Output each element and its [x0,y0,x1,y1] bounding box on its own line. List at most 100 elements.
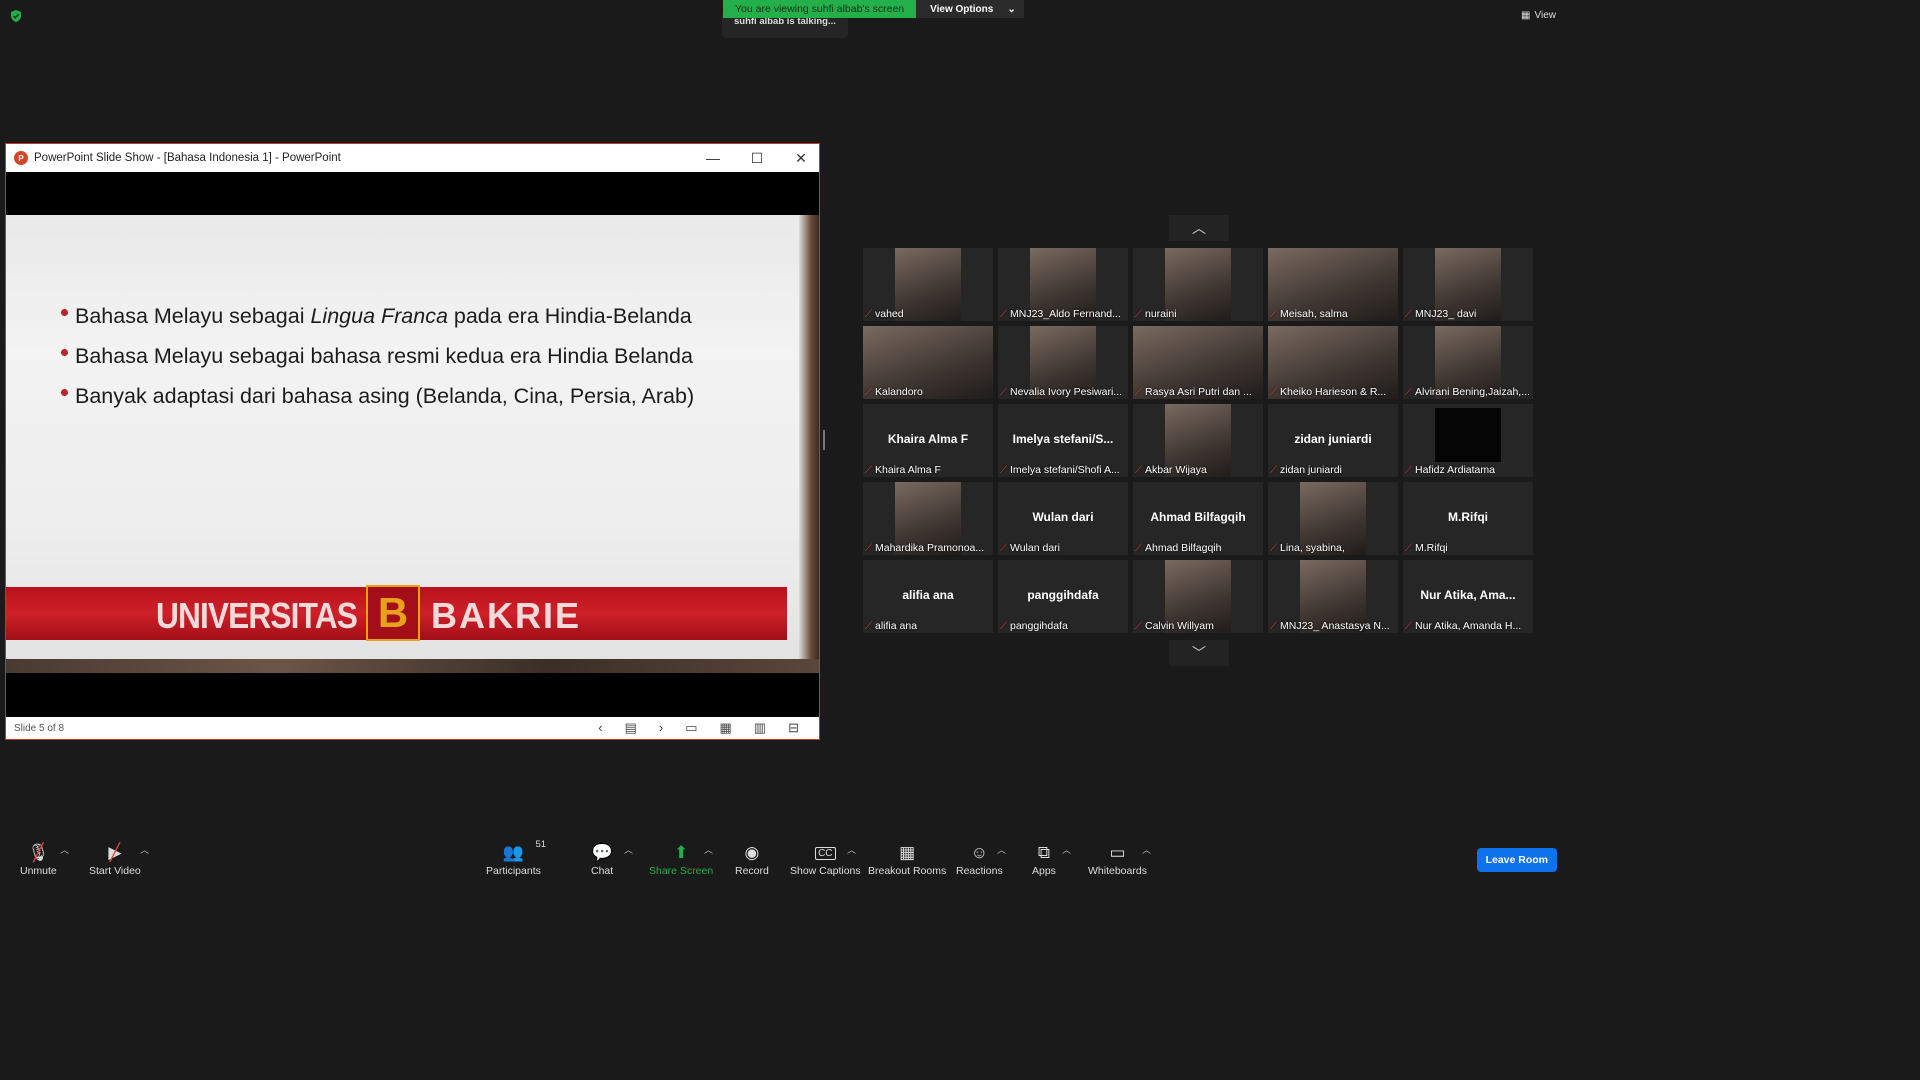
participant-tile[interactable]: Khaira Alma F ⟋ Khaira Alma F [863,404,993,477]
participant-tile[interactable]: ⟋ Nevalia Ivory Pesiwari... [998,326,1128,399]
view-options-label: View Options [930,3,994,15]
participant-tile[interactable]: Ahmad Bilfagqih ⟋ Ahmad Bilfagqih [1133,482,1263,555]
participant-name: nuraini [1145,308,1177,320]
participant-tile[interactable]: M.Rifqi ⟋ M.Rifqi [1403,482,1533,555]
slide-sorter-icon[interactable]: ▦ [720,720,732,736]
bullet-item: Bahasa Melayu sebagai Lingua Franca pada… [61,301,711,332]
participant-tile[interactable]: ⟋ nuraini [1133,248,1263,321]
whiteboards-button[interactable]: ▭ Whiteboards [1088,841,1147,877]
breakout-rooms-button[interactable]: ▦ Breakout Rooms [868,841,946,877]
unmute-button[interactable]: 🎙 ╱ Unmute [20,841,57,877]
participant-name: Meisah, salma [1280,308,1348,320]
whiteboard-icon: ▭ [1109,843,1126,862]
reactions-button[interactable]: ☺ Reactions [956,841,1003,877]
whiteboards-options-caret[interactable]: ︿ [1142,843,1151,856]
slideshow-view-icon[interactable]: ⊟ [788,720,799,736]
show-captions-label: Show Captions [790,865,861,877]
captions-options-caret[interactable]: ︿ [847,843,856,856]
participant-tile[interactable]: alifia ana ⟋ alifia ana [863,560,993,633]
participant-tile[interactable]: zidan juniardi ⟋ zidan juniardi [1268,404,1398,477]
view-button[interactable]: ▦ View [1521,10,1556,21]
muted-mic-icon: ⟋ [865,386,872,398]
participant-name: Hafidz Ardiatama [1415,464,1495,476]
participant-name-label: ⟋ Ahmad Bilfagqih [1135,542,1221,554]
muted-mic-icon: ⟋ [1000,386,1007,398]
muted-mic-icon: ⟋ [1270,308,1277,320]
participant-name: Lina, syabina, [1280,542,1345,554]
reading-view-icon[interactable]: ▥ [754,720,766,736]
participant-tile[interactable]: ⟋ Alvirani Bening,Jaizah,... [1403,326,1533,399]
chat-button[interactable]: 💬 Chat [591,841,613,877]
powerpoint-logo-icon: P [14,151,28,165]
participant-name: MNJ23_ davi [1415,308,1477,320]
participant-name-label: ⟋ M.Rifqi [1405,542,1448,554]
breakout-rooms-label: Breakout Rooms [868,865,947,877]
share-options-caret[interactable]: ︿ [704,843,713,856]
participant-name-label: ⟋ Nevalia Ivory Pesiwari... [1000,386,1122,398]
slide-menu-icon[interactable]: ▤ [625,720,637,736]
record-button[interactable]: ◉ Record [735,841,769,877]
participant-tile[interactable]: ⟋ Rasya Asri Putri dan ... [1133,326,1263,399]
participant-tile[interactable]: ⟋ Meisah, salma [1268,248,1398,321]
participant-tile[interactable]: ⟋ Kheiko Harieson & R... [1268,326,1398,399]
participant-name: zidan juniardi [1280,464,1342,476]
close-icon[interactable]: ✕ [793,150,809,167]
participant-name: M.Rifqi [1415,542,1448,554]
muted-mic-icon: ⟋ [1000,620,1007,632]
participant-name-label: ⟋ Khaira Alma F [865,464,941,476]
participant-name-label: ⟋ zidan juniardi [1270,464,1342,476]
muted-mic-icon: ⟋ [1270,542,1277,554]
participant-tile[interactable]: ⟋ MNJ23_Aldo Fernand... [998,248,1128,321]
gallery-down-button[interactable]: ﹀ [1169,640,1229,666]
muted-mic-icon: ⟋ [1000,308,1007,320]
participant-tile[interactable]: ⟋ MNJ23_ davi [1403,248,1533,321]
participant-tile[interactable]: ⟋ Akbar Wijaya [1133,404,1263,477]
ppt-title-bar[interactable]: P PowerPoint Slide Show - [Bahasa Indone… [6,144,819,172]
participant-tile[interactable]: Wulan dari ⟋ Wulan dari [998,482,1128,555]
slide-counter: Slide 5 of 8 [14,722,65,734]
participant-tile[interactable]: ⟋ Hafidz Ardiatama [1403,404,1533,477]
participant-name: vahed [875,308,904,320]
leave-room-button[interactable]: Leave Room [1476,848,1557,872]
participant-tile[interactable]: ⟋ MNJ23_ Anastasya N... [1268,560,1398,633]
participant-tile[interactable]: ⟋ vahed [863,248,993,321]
participant-tile[interactable]: panggihdafa ⟋ panggihdafa [998,560,1128,633]
participant-name: MNJ23_ Anastasya N... [1280,620,1390,632]
muted-mic-icon: ⟋ [1135,308,1142,320]
video-options-caret[interactable]: ︿ [140,843,149,856]
chat-options-caret[interactable]: ︿ [624,843,633,856]
minimize-icon[interactable]: — [705,150,721,166]
share-screen-icon: ⬆ [673,843,689,862]
apps-button[interactable]: ⧉ Apps [1032,841,1056,877]
participant-tile[interactable]: Imelya stefani/S... ⟋ Imelya stefani/Shofi… [998,404,1128,477]
previous-slide-icon[interactable]: ‹ [598,720,602,736]
participant-tile[interactable]: Nur Atika, Ama... ⟋ Nur Atika, Amanda H... [1403,560,1533,633]
banner-text-left: UNIVERSITAS [156,595,358,636]
next-slide-icon[interactable]: › [659,720,663,736]
meeting-toolbar: 🎙 ╱ Unmute ︿ ▶ ╱ Start Video ︿ 👥 51 Partici… [0,824,1568,882]
participant-tile[interactable]: ⟋ Lina, syabina, [1268,482,1398,555]
view-options-button[interactable]: View Options ⌄ [916,0,1024,18]
participants-button[interactable]: 👥 51 Participants [486,839,546,877]
participant-name-label: ⟋ alifia ana [865,620,917,632]
participant-tile[interactable]: ⟋ Calvin Willyam [1133,560,1263,633]
apps-options-caret[interactable]: ︿ [1062,843,1071,856]
start-video-button[interactable]: ▶ ╱ Start Video [89,841,141,877]
view-label: View [1534,10,1557,21]
participant-tile[interactable]: ⟋ Kalandoro [863,326,993,399]
reactions-options-caret[interactable]: ︿ [997,843,1006,856]
security-shield-icon[interactable] [9,9,23,23]
participant-name: Rasya Asri Putri dan ... [1145,386,1252,398]
chat-label: Chat [591,865,614,877]
participant-name: Khaira Alma F [875,464,941,476]
normal-view-icon[interactable]: ▭ [685,720,697,736]
participant-name-label: ⟋ Mahardika Pramonoa... [865,542,984,554]
slide[interactable]: Bahasa Melayu sebagai Lingua Franca pada… [6,215,819,673]
muted-mic-icon: ⟋ [1270,386,1277,398]
slide-frame-right [799,215,819,673]
participant-tile[interactable]: ⟋ Mahardika Pramonoa... [863,482,993,555]
gallery-up-button[interactable]: ︿ [1169,215,1229,241]
maximize-icon[interactable]: ☐ [749,150,765,167]
audio-options-caret[interactable]: ︿ [60,843,69,856]
splitter-handle[interactable] [823,430,825,450]
